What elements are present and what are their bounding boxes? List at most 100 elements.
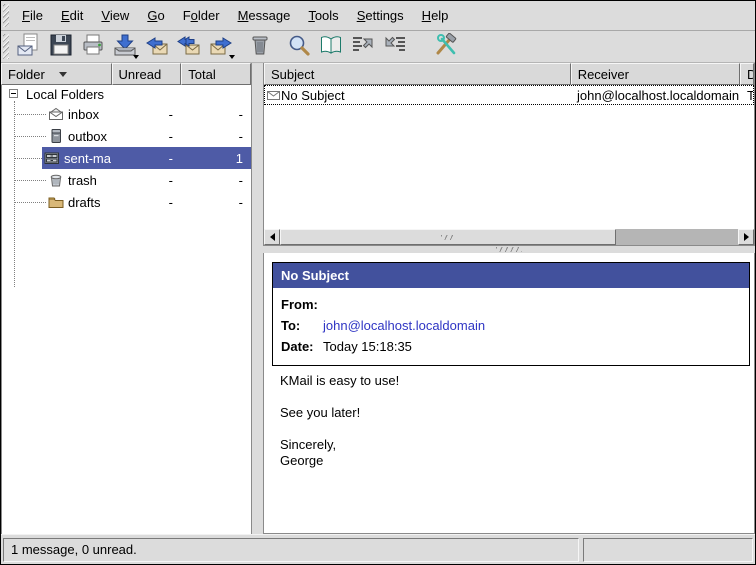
menu-file[interactable]: File [13,5,52,26]
scroll-right-button[interactable] [738,229,754,245]
folder-row-sent-ma[interactable]: sent-ma-1 [2,147,251,169]
from-row: From: [281,294,741,315]
folder-row-drafts[interactable]: drafts-- [2,191,251,213]
folder-unread-count: - [111,151,181,166]
vertical-splitter[interactable] [252,63,263,534]
folder-total-count: - [181,173,251,188]
reply-button[interactable] [142,33,172,61]
folder-unread-count: - [111,107,181,122]
address-book-button[interactable] [316,33,346,61]
sort-arrow-icon [59,72,67,77]
body-line: See you later! [280,405,399,421]
subject-column-header[interactable]: Subject [264,63,571,85]
arrow-right-icon [744,233,749,241]
next-message-button[interactable] [380,33,410,61]
folder-row-content: inbox-- [46,103,251,125]
thumb-grip-icon [441,235,455,240]
menu-view[interactable]: View [92,5,138,26]
print-icon [81,33,105,60]
scrollbar-track[interactable] [616,229,738,245]
folder-name: trash [66,173,111,188]
find-button[interactable] [284,33,314,61]
folder-column-header[interactable]: Folder [1,63,112,85]
message-receiver: john@localhost.localdomain [573,88,743,103]
tree-branch-line [14,180,46,181]
body-line: KMail is easy to use! [280,373,399,389]
menubar-items: FileEditViewGoFolderMessageToolsSettings… [13,5,457,26]
dropdown-arrow-icon[interactable] [229,55,235,59]
reply-all-icon [177,33,201,60]
body-line: George [280,453,399,469]
folder-name: drafts [66,195,111,210]
dropdown-arrow-icon[interactable] [133,55,139,59]
receiver-column-header[interactable]: Receiver [571,63,740,85]
print-button[interactable] [78,33,108,61]
to-row: To: john@localhost.localdomain [281,315,741,336]
folder-row-local-folders[interactable]: Local Folders [2,85,251,103]
toolbar-items [13,33,462,61]
body-line [280,389,399,405]
menu-go[interactable]: Go [138,5,173,26]
scrollbar-thumb[interactable] [280,229,616,245]
folder-total-count: - [181,107,251,122]
menu-help[interactable]: Help [413,5,458,26]
menu-folder[interactable]: Folder [174,5,229,26]
previous-message-button[interactable] [348,33,378,61]
forward-button[interactable] [206,33,236,61]
folder-row-inbox[interactable]: inbox-- [2,103,251,125]
delete-button[interactable] [245,33,275,61]
collapse-expander-icon[interactable] [9,89,18,98]
envelope-icon [267,90,280,101]
subject-header-label: Subject [271,67,314,82]
folder-total-count: - [181,129,251,144]
menu-message[interactable]: Message [229,5,300,26]
trash-folder-icon [46,172,66,188]
tools-button[interactable] [431,33,461,61]
message-row[interactable]: No Subject john@localhost.localdomain To… [264,85,754,105]
outbox-folder-icon [46,128,66,144]
toolbar-drag-handle[interactable] [3,34,9,59]
statusbar-text: 1 message, 0 unread. [11,542,137,557]
save-button[interactable] [46,33,76,61]
tools-icon [434,33,458,60]
body-line [280,421,399,437]
folder-total-count: 1 [181,151,251,166]
to-address-link[interactable]: john@localhost.localdomain [323,315,485,336]
new-message-button[interactable] [14,33,44,61]
preview-fields: From: To: john@localhost.localdomain Dat… [273,288,749,365]
menubar: FileEditViewGoFolderMessageToolsSettings… [1,1,755,31]
body-line: Sincerely, [280,437,399,453]
horizontal-scrollbar[interactable] [264,229,754,245]
total-column-header[interactable]: Total [181,63,251,85]
unread-column-header[interactable]: Unread [112,63,182,85]
scroll-left-button[interactable] [264,229,280,245]
menu-settings[interactable]: Settings [348,5,413,26]
horizontal-splitter[interactable] [263,246,755,253]
preview-subject-title: No Subject [273,263,749,288]
date-column-header[interactable]: Date [740,63,754,85]
drafts-folder-icon [46,194,66,210]
folder-name: outbox [66,129,111,144]
folder-unread-count: - [111,129,181,144]
folder-row-trash[interactable]: trash-- [2,169,251,191]
folder-pane-headers: Folder Unread Total [1,63,251,85]
folder-name: inbox [66,107,111,122]
sent-ma-folder-icon [42,150,62,166]
tree-branch-line [14,114,46,115]
menu-tools[interactable]: Tools [299,5,347,26]
next-message-icon [383,33,407,60]
tree-branch-line [14,158,42,159]
folder-unread-count: - [111,195,181,210]
menubar-drag-handle[interactable] [3,4,9,27]
message-list-pane: Subject Receiver Date No Subject [263,63,755,246]
statusbar-secondary [583,538,753,562]
reply-all-button[interactable] [174,33,204,61]
folder-pane: Folder Unread Total Local Folders inbox-… [1,63,252,534]
from-label: From: [281,294,323,315]
menu-edit[interactable]: Edit [52,5,92,26]
message-rows: No Subject john@localhost.localdomain To… [264,85,754,229]
folder-row-outbox[interactable]: outbox-- [2,125,251,147]
tree-branch-line [14,136,46,137]
check-mail-button[interactable] [110,33,140,61]
message-subject: No Subject [281,88,345,103]
